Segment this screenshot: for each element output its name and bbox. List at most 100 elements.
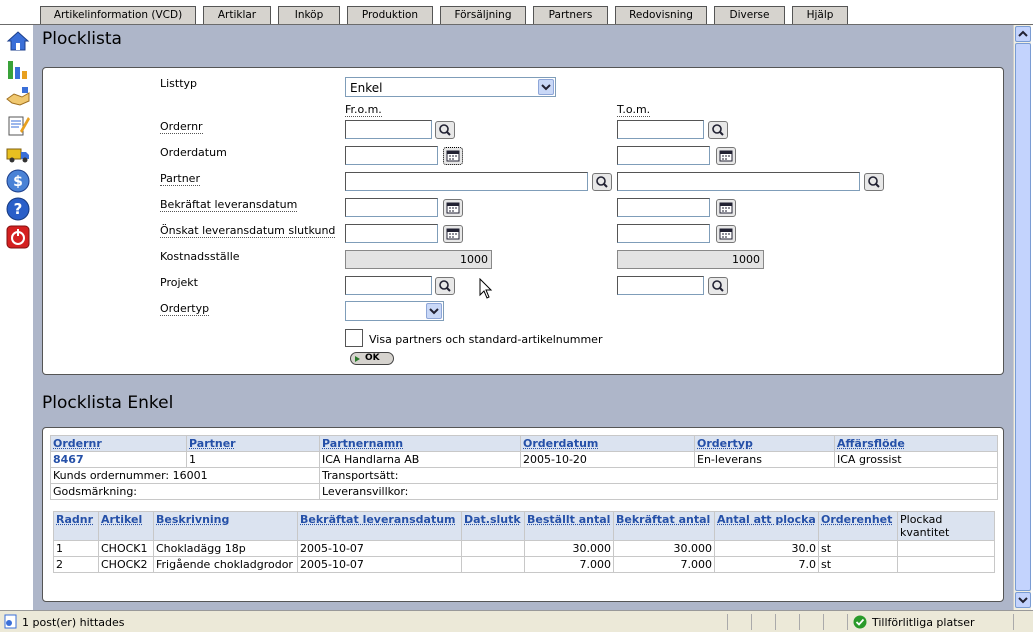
kostnadsstalle-from-input[interactable]: 1000 <box>345 250 492 269</box>
status-bar: 1 post(er) hittades Tillförlitliga plats… <box>0 610 1033 632</box>
col-ordernr[interactable]: Ordernr <box>50 435 187 452</box>
ordernr-from-input[interactable] <box>345 120 432 139</box>
col-orderdatum[interactable]: Orderdatum <box>520 435 695 452</box>
lines-header-row: Radnr Artikel Beskrivning Bekräftat leve… <box>53 511 995 541</box>
listtyp-select[interactable]: Enkel <box>345 77 556 97</box>
onskat-from-input[interactable] <box>345 224 438 243</box>
ordertyp-select[interactable] <box>345 301 444 321</box>
onskat-to-calendar-button[interactable] <box>716 225 736 243</box>
orderdatum-from-calendar-button[interactable] <box>443 147 463 165</box>
ordernr-to-search-button[interactable] <box>708 121 728 139</box>
chevron-up-icon <box>1018 30 1028 37</box>
bekraftat-from-calendar-button[interactable] <box>443 199 463 217</box>
tab-redovisning[interactable]: Redovisning <box>615 6 707 24</box>
col-bekraftat-leveransdatum[interactable]: Bekräftat leveransdatum <box>297 511 462 541</box>
partner-to-input[interactable] <box>617 172 860 191</box>
search-icon <box>712 124 724 136</box>
col-beskrivning[interactable]: Beskrivning <box>153 511 298 541</box>
home-icon[interactable] <box>6 29 30 53</box>
leveransvillkor: Leveransvillkor: <box>319 483 998 500</box>
order-info-row: Godsmärkning: Leveransvillkor: <box>50 483 998 500</box>
projekt-from-search-button[interactable] <box>435 277 455 295</box>
partner-to-search-button[interactable] <box>864 173 884 191</box>
col-ordertyp[interactable]: Ordertyp <box>694 435 835 452</box>
line-plockad-kvantitet[interactable] <box>897 540 995 557</box>
chevron-down-icon <box>426 303 442 319</box>
tab-partners[interactable]: Partners <box>533 6 608 24</box>
ordernr-to-input[interactable] <box>617 120 704 139</box>
onskat-from-calendar-button[interactable] <box>443 225 463 243</box>
line-plockad-kvantitet[interactable] <box>897 556 995 573</box>
power-icon[interactable] <box>6 225 30 249</box>
orderdatum-label: Orderdatum <box>160 146 227 159</box>
order-ordertyp: En-leverans <box>694 451 835 468</box>
order-header-row: Ordernr Partner Partnernamn Orderdatum O… <box>50 435 998 452</box>
order-number-link[interactable]: 8467 <box>50 451 187 468</box>
bekraftat-from-input[interactable] <box>345 198 438 217</box>
partner-from-input[interactable] <box>345 172 588 191</box>
calendar-icon <box>446 202 460 214</box>
col-artikel[interactable]: Artikel <box>98 511 154 541</box>
line-antal-att-plocka: 30.0 <box>714 540 819 557</box>
transportsatt: Transportsätt: <box>319 467 998 484</box>
orderdatum-to-input[interactable] <box>617 146 710 165</box>
line-beskrivning: Chokladägg 18p <box>153 540 298 557</box>
ok-button[interactable]: OK <box>350 352 394 365</box>
orderdatum-to-calendar-button[interactable] <box>716 147 736 165</box>
line-radnr: 1 <box>53 540 99 557</box>
calendar-icon <box>719 228 733 240</box>
document-edit-icon[interactable] <box>6 113 30 137</box>
line-bestallt-antal: 30.000 <box>524 540 614 557</box>
order-affarsflode: ICA grossist <box>834 451 998 468</box>
scroll-down-button[interactable] <box>1015 592 1031 608</box>
tab-diverse[interactable]: Diverse <box>714 6 785 24</box>
projekt-from-input[interactable] <box>345 276 432 295</box>
projekt-to-search-button[interactable] <box>708 277 728 295</box>
handshake-icon[interactable] <box>6 85 30 109</box>
onskat-leveransdatum-label: Önskat leveransdatum slutkund <box>160 224 336 238</box>
bekraftat-to-calendar-button[interactable] <box>716 199 736 217</box>
scroll-thumb[interactable] <box>1015 43 1031 591</box>
chart-icon[interactable] <box>6 57 30 81</box>
tab-produktion[interactable]: Produktion <box>347 6 433 24</box>
projekt-to-input[interactable] <box>617 276 704 295</box>
ordernr-from-search-button[interactable] <box>435 121 455 139</box>
top-menu-bar: Artikelinformation (VCD) Artiklar Inköp … <box>0 0 1033 25</box>
help-icon[interactable]: ? <box>6 197 30 221</box>
col-affarsflode[interactable]: Affärsflöde <box>834 435 998 452</box>
col-antal-att-plocka[interactable]: Antal att plocka <box>714 511 819 541</box>
col-dat-slutk[interactable]: Dat.slutk <box>461 511 525 541</box>
kostnadsstalle-to-input[interactable]: 1000 <box>617 250 764 269</box>
line-artikel: CHOCK2 <box>98 556 154 573</box>
visa-partners-checkbox[interactable] <box>345 329 363 347</box>
ordertyp-label: Ordertyp <box>160 302 210 316</box>
col-orderenhet[interactable]: Orderenhet <box>818 511 898 541</box>
line-dat-slutk <box>461 556 525 573</box>
tab-artiklar[interactable]: Artiklar <box>203 6 271 24</box>
col-plockad-kvantitet: Plockad kvantitet <box>897 511 995 541</box>
left-icon-bar: $ ? <box>0 25 33 610</box>
tab-artikelinformation[interactable]: Artikelinformation (VCD) <box>40 6 196 24</box>
bekraftat-to-input[interactable] <box>617 198 710 217</box>
calendar-icon <box>719 202 733 214</box>
visa-partners-label: Visa partners och standard-artikelnummer <box>369 333 603 346</box>
col-radnr[interactable]: Radnr <box>53 511 99 541</box>
filter-panel: Listtyp Enkel Fr.o.m. T.o.m. Ordernr Ord… <box>42 67 1004 375</box>
tab-hjalp[interactable]: Hjälp <box>792 6 848 24</box>
col-bekraftat-antal[interactable]: Bekräftat antal <box>613 511 715 541</box>
vertical-scrollbar[interactable] <box>1013 25 1031 610</box>
search-icon <box>596 176 608 188</box>
line-antal-att-plocka: 7.0 <box>714 556 819 573</box>
dollar-icon[interactable]: $ <box>6 169 30 193</box>
partner-from-search-button[interactable] <box>592 173 612 191</box>
col-partner[interactable]: Partner <box>186 435 320 452</box>
onskat-to-input[interactable] <box>617 224 710 243</box>
col-bestallt-antal[interactable]: Beställt antal <box>524 511 614 541</box>
tab-inkop[interactable]: Inköp <box>278 6 340 24</box>
col-partnernamn[interactable]: Partnernamn <box>319 435 521 452</box>
orderdatum-from-input[interactable] <box>345 146 438 165</box>
order-row: 8467 1 ICA Handlarna AB 2005-10-20 En-le… <box>50 451 998 468</box>
scroll-up-button[interactable] <box>1015 26 1031 42</box>
truck-icon[interactable] <box>6 141 30 165</box>
tab-forsaljning[interactable]: Försäljning <box>440 6 526 24</box>
